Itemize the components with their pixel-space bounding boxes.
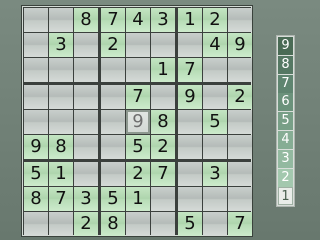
board-cell-r2-c4[interactable]: 2 bbox=[101, 33, 125, 57]
board-cell-r3-c7[interactable]: 7 bbox=[178, 58, 202, 82]
board-cell-r1-c4[interactable]: 7 bbox=[101, 8, 125, 32]
board-cell-r8-c1[interactable]: 8 bbox=[24, 187, 48, 211]
board-cell-r6-c2[interactable]: 8 bbox=[49, 135, 73, 159]
board-cell-r3-c4[interactable] bbox=[101, 58, 125, 82]
board-cell-r1-c1[interactable] bbox=[24, 8, 48, 32]
board-cell-r7-c4[interactable] bbox=[101, 162, 125, 186]
number-picker: 987654321 bbox=[276, 35, 295, 207]
board-cell-r4-c3[interactable] bbox=[74, 85, 98, 109]
board-cell-r9-c6[interactable] bbox=[151, 212, 175, 236]
picker-number-3[interactable]: 3 bbox=[278, 149, 293, 168]
board-cell-r3-c8[interactable] bbox=[203, 58, 227, 82]
board-cell-r9-c3[interactable]: 2 bbox=[74, 212, 98, 236]
board-cell-r4-c8[interactable] bbox=[203, 85, 227, 109]
board-cell-r9-c1[interactable] bbox=[24, 212, 48, 236]
board-cell-r8-c7[interactable] bbox=[178, 187, 202, 211]
board-cell-r8-c9[interactable] bbox=[228, 187, 252, 211]
board-cell-r2-c9[interactable]: 9 bbox=[228, 33, 252, 57]
board-cell-r7-c1[interactable]: 5 bbox=[24, 162, 48, 186]
board-cell-r9-c8[interactable] bbox=[203, 212, 227, 236]
board-cell-r5-c7[interactable] bbox=[178, 110, 202, 134]
board-cell-r2-c7[interactable] bbox=[178, 33, 202, 57]
board-cell-r8-c2[interactable]: 7 bbox=[49, 187, 73, 211]
picker-number-7[interactable]: 7 bbox=[278, 74, 293, 93]
board-cell-r7-c2[interactable]: 1 bbox=[49, 162, 73, 186]
board-cell-r8-c6[interactable] bbox=[151, 187, 175, 211]
board-cell-r1-c8[interactable]: 2 bbox=[203, 8, 227, 32]
board-cell-r4-c5[interactable]: 7 bbox=[126, 85, 150, 109]
board-cell-r9-c4[interactable]: 8 bbox=[101, 212, 125, 236]
board-cell-r7-c9[interactable] bbox=[228, 162, 252, 186]
board-cell-r4-c4[interactable] bbox=[101, 85, 125, 109]
board-cell-r5-c4[interactable] bbox=[101, 110, 125, 134]
board-cell-r6-c1[interactable]: 9 bbox=[24, 135, 48, 159]
board-cell-r8-c5[interactable]: 1 bbox=[126, 187, 150, 211]
board-cell-r6-c6[interactable]: 2 bbox=[151, 135, 175, 159]
board-cell-r1-c7[interactable]: 1 bbox=[178, 8, 202, 32]
sudoku-board: 874312324917792985985251273873512857 bbox=[22, 6, 252, 236]
board-cell-r8-c8[interactable] bbox=[203, 187, 227, 211]
board-cell-r3-c1[interactable] bbox=[24, 58, 48, 82]
board-cell-r3-c2[interactable] bbox=[49, 58, 73, 82]
board-cell-r8-c4[interactable]: 5 bbox=[101, 187, 125, 211]
board-cell-r3-c6[interactable]: 1 bbox=[151, 58, 175, 82]
board-cell-r8-c3[interactable]: 3 bbox=[74, 187, 98, 211]
board-cell-r6-c3[interactable] bbox=[74, 135, 98, 159]
board-cell-r1-c2[interactable] bbox=[49, 8, 73, 32]
board-cell-r1-c5[interactable]: 4 bbox=[126, 8, 150, 32]
board-cell-r6-c9[interactable] bbox=[228, 135, 252, 159]
picker-number-2[interactable]: 2 bbox=[278, 168, 293, 187]
board-cell-r7-c8[interactable]: 3 bbox=[203, 162, 227, 186]
board-cell-r4-c2[interactable] bbox=[49, 85, 73, 109]
board-cell-r4-c9[interactable]: 2 bbox=[228, 85, 252, 109]
board-cell-r3-c5[interactable] bbox=[126, 58, 150, 82]
board-cell-r6-c5[interactable]: 5 bbox=[126, 135, 150, 159]
board-cell-r3-c9[interactable] bbox=[228, 58, 252, 82]
picker-number-9[interactable]: 9 bbox=[278, 37, 293, 55]
board-cell-r2-c6[interactable] bbox=[151, 33, 175, 57]
board-cell-r9-c5[interactable] bbox=[126, 212, 150, 236]
board-cell-r6-c8[interactable] bbox=[203, 135, 227, 159]
board-cell-r2-c5[interactable] bbox=[126, 33, 150, 57]
board-cell-r1-c6[interactable]: 3 bbox=[151, 8, 175, 32]
board-cell-r5-c6[interactable]: 8 bbox=[151, 110, 175, 134]
board-cell-r2-c1[interactable] bbox=[24, 33, 48, 57]
board-cell-r9-c9[interactable]: 7 bbox=[228, 212, 252, 236]
board-cell-r7-c7[interactable] bbox=[178, 162, 202, 186]
sudoku-app: 874312324917792985985251273873512857 987… bbox=[0, 0, 320, 240]
board-cell-r6-c7[interactable] bbox=[178, 135, 202, 159]
board-cell-r4-c7[interactable]: 9 bbox=[178, 85, 202, 109]
board-cell-r7-c3[interactable] bbox=[74, 162, 98, 186]
board-cell-r5-c8[interactable]: 5 bbox=[203, 110, 227, 134]
board-cell-r4-c1[interactable] bbox=[24, 85, 48, 109]
picker-number-4[interactable]: 4 bbox=[278, 131, 293, 149]
board-cell-r5-c1[interactable] bbox=[24, 110, 48, 134]
picker-number-6[interactable]: 6 bbox=[278, 93, 293, 112]
board-cell-r2-c8[interactable]: 4 bbox=[203, 33, 227, 57]
picker-number-8[interactable]: 8 bbox=[278, 55, 293, 74]
picker-number-5[interactable]: 5 bbox=[278, 112, 293, 131]
picker-number-1[interactable]: 1 bbox=[278, 187, 293, 206]
board-cell-r7-c6[interactable]: 7 bbox=[151, 162, 175, 186]
board-cell-r9-c2[interactable] bbox=[49, 212, 73, 236]
board-cell-r2-c2[interactable]: 3 bbox=[49, 33, 73, 57]
board-cell-r1-c3[interactable]: 8 bbox=[74, 8, 98, 32]
board-cell-r7-c5[interactable]: 2 bbox=[126, 162, 150, 186]
board-cell-r5-c3[interactable] bbox=[74, 110, 98, 134]
board-cell-r3-c3[interactable] bbox=[74, 58, 98, 82]
board-cell-r5-c9[interactable] bbox=[228, 110, 252, 134]
board-cell-r1-c9[interactable] bbox=[228, 8, 252, 32]
board-cell-r4-c6[interactable] bbox=[151, 85, 175, 109]
board-cell-r5-c5[interactable]: 9 bbox=[126, 110, 150, 134]
board-cell-r5-c2[interactable] bbox=[49, 110, 73, 134]
board-cell-r2-c3[interactable] bbox=[74, 33, 98, 57]
board-cell-r6-c4[interactable] bbox=[101, 135, 125, 159]
board-cell-r9-c7[interactable]: 5 bbox=[178, 212, 202, 236]
